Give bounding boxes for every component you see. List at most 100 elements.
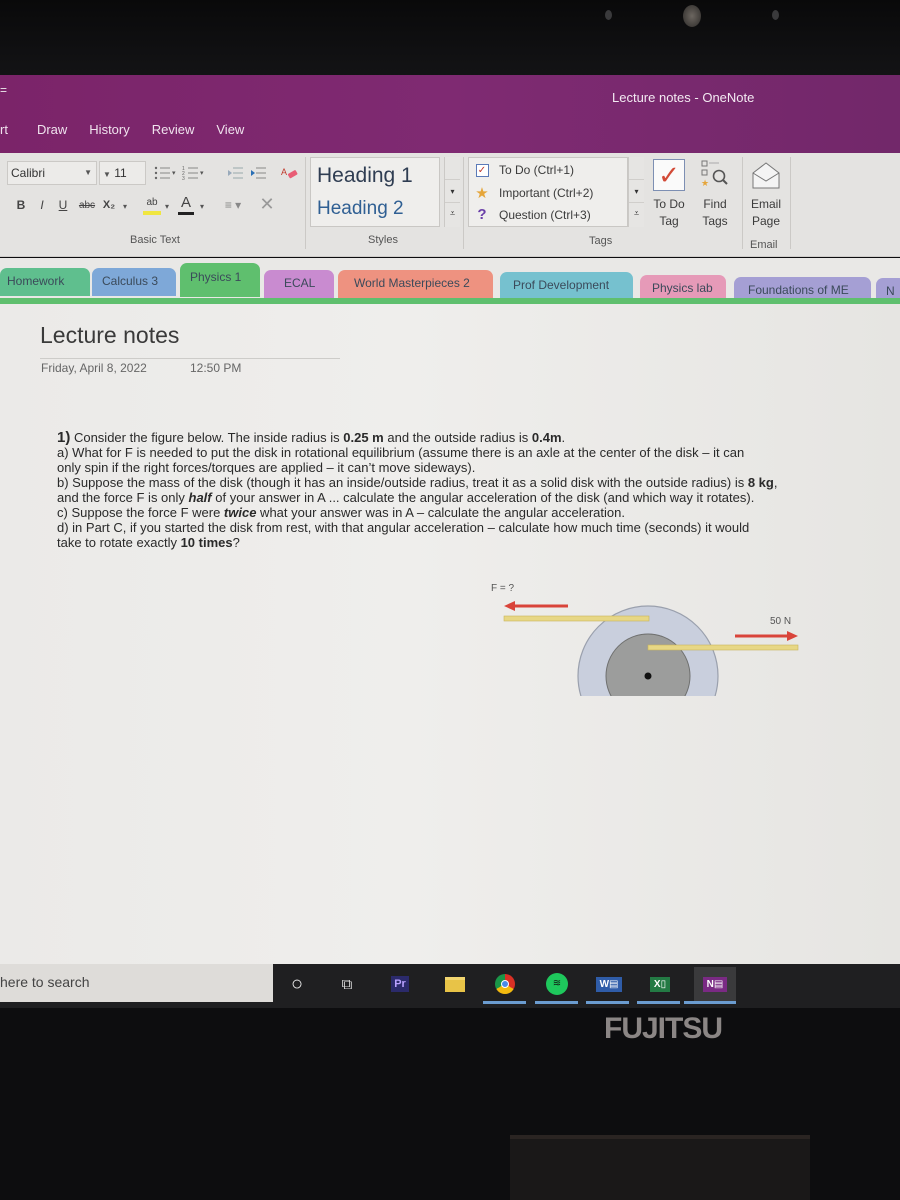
find-tags-button[interactable]: ★ Find Tags bbox=[697, 159, 733, 230]
taskbar-search[interactable]: here to search bbox=[0, 964, 273, 1002]
word-icon[interactable]: W▤ bbox=[595, 972, 623, 996]
email-page-button[interactable]: Email Page bbox=[746, 159, 786, 230]
numbering-button[interactable]: 1 2 3 ▾ bbox=[180, 163, 206, 183]
styles-gallery: Heading 1 Heading 2 bbox=[310, 157, 440, 227]
section-tab-calculus-3[interactable]: Calculus 3 bbox=[92, 268, 176, 296]
task-view-icon[interactable]: ⧉ bbox=[334, 972, 360, 996]
section-label: Homework bbox=[7, 274, 65, 288]
increase-indent-button[interactable] bbox=[248, 163, 268, 183]
right-arrowhead bbox=[787, 631, 798, 641]
font-name-select[interactable]: Calibri ▼ bbox=[7, 161, 97, 185]
part-a-cont: only spin if the right forces/torques ar… bbox=[57, 460, 476, 475]
left-rope bbox=[503, 615, 650, 622]
sensor-icon bbox=[605, 10, 612, 20]
underline-button[interactable]: U bbox=[56, 195, 70, 215]
style-heading-2[interactable]: Heading 2 bbox=[317, 198, 404, 220]
font-size-select[interactable]: ▼ 11 bbox=[99, 161, 146, 185]
tag-label: Important (Ctrl+2) bbox=[499, 186, 594, 200]
axle-dot bbox=[644, 672, 652, 680]
inner-radius: 0.25 m bbox=[343, 430, 384, 445]
subscript-button[interactable]: X₂ bbox=[101, 195, 117, 215]
section-label: Prof Development bbox=[513, 278, 610, 292]
spotify-icon[interactable]: ≋ bbox=[544, 972, 570, 996]
more-icon[interactable]: ⩡ bbox=[445, 203, 460, 219]
tag-label: To Do (Ctrl+1) bbox=[499, 162, 575, 177]
chevron-down-icon: ▾ bbox=[200, 202, 205, 211]
page-date: Friday, April 8, 2022 bbox=[41, 361, 147, 375]
highlight-button[interactable]: ab bbox=[143, 193, 161, 215]
clear-formatting-button[interactable]: A bbox=[280, 163, 300, 183]
decrease-indent-button[interactable] bbox=[225, 163, 245, 183]
style-heading-1[interactable]: Heading 1 bbox=[317, 164, 413, 188]
onenote-icon[interactable]: N▤ bbox=[694, 967, 736, 1001]
chrome-icon[interactable] bbox=[492, 972, 518, 996]
delete-button[interactable]: ✕ bbox=[256, 193, 278, 215]
page-title[interactable]: Lecture notes bbox=[40, 322, 179, 349]
section-tab-homework[interactable]: Homework bbox=[0, 268, 90, 296]
tags-gallery: ✓ To Do (Ctrl+1) ★ Important (Ctrl+2) ? … bbox=[468, 157, 628, 227]
tag-question[interactable]: ? Question (Ctrl+3) bbox=[474, 206, 591, 223]
font-size-value: 11 bbox=[114, 166, 127, 180]
svg-text:A: A bbox=[281, 167, 287, 177]
group-label-tags: Tags bbox=[589, 235, 613, 247]
problem-text[interactable]: 1) Consider the figure below. The inside… bbox=[57, 430, 877, 550]
group-label-styles: Styles bbox=[368, 234, 398, 246]
page-canvas[interactable]: Lecture notes Friday, April 8, 2022 12:5… bbox=[0, 304, 900, 964]
group-divider bbox=[463, 157, 464, 249]
cortana-icon[interactable]: ○ bbox=[284, 972, 310, 996]
disk-figure[interactable]: F = ? 50 N bbox=[488, 576, 808, 696]
bullets-button[interactable]: ▾ bbox=[152, 163, 178, 183]
window-title: Lecture notes - OneNote bbox=[612, 90, 755, 105]
more-icon[interactable]: ⩡ bbox=[629, 203, 644, 219]
find-tags-label: Find bbox=[703, 197, 727, 211]
problem-number: 1) bbox=[57, 429, 71, 446]
tab-history[interactable]: History bbox=[78, 122, 140, 137]
disk-mass: 8 kg bbox=[747, 475, 774, 490]
section-label: World Masterpieces 2 bbox=[354, 276, 470, 290]
eraser-icon: A bbox=[281, 167, 298, 179]
section-label: ECAL bbox=[284, 276, 316, 290]
premiere-pro-icon[interactable]: Pr bbox=[387, 972, 413, 996]
section-tab-prof-development[interactable]: Prof Development bbox=[500, 272, 633, 300]
align-button[interactable]: ≡ ▾ bbox=[220, 195, 246, 215]
excel-icon[interactable]: X▯ bbox=[647, 972, 673, 996]
file-explorer-icon[interactable] bbox=[442, 972, 468, 996]
tag-important[interactable]: ★ Important (Ctrl+2) bbox=[474, 184, 593, 202]
outer-radius: 0.4m bbox=[531, 430, 562, 445]
tab-insert[interactable]: rt bbox=[0, 122, 26, 137]
strikethrough-button[interactable]: abc bbox=[76, 195, 98, 215]
section-tab-world-masterpieces-2[interactable]: World Masterpieces 2 bbox=[338, 270, 493, 298]
tag-todo[interactable]: ✓ To Do (Ctrl+1) bbox=[474, 162, 574, 177]
checkbox-icon: ✓ bbox=[474, 162, 490, 177]
chevron-down-icon[interactable]: ▾ bbox=[445, 180, 460, 203]
email-page-label: Page bbox=[751, 214, 781, 228]
tab-review[interactable]: Review bbox=[141, 122, 206, 137]
todo-tag-button[interactable]: ✓ To Do Tag bbox=[648, 159, 690, 230]
tab-view[interactable]: View bbox=[205, 122, 255, 137]
title-divider bbox=[40, 358, 340, 359]
styles-scroll[interactable]: ▾ ⩡ bbox=[444, 157, 460, 227]
italic-button[interactable]: I bbox=[35, 195, 49, 215]
page-time: 12:50 PM bbox=[190, 361, 242, 375]
chevron-down-icon[interactable]: ▾ bbox=[629, 180, 644, 203]
tags-scroll[interactable]: ▾ ⩡ bbox=[628, 157, 644, 227]
group-divider bbox=[790, 157, 791, 249]
tab-draw[interactable]: Draw bbox=[26, 122, 78, 137]
section-tab-ecal[interactable]: ECAL bbox=[264, 270, 334, 298]
email-page-label: Email bbox=[750, 197, 781, 211]
align-icon: ≡ ▾ bbox=[224, 198, 242, 212]
bold-button[interactable]: B bbox=[14, 195, 28, 215]
tag-label: Question (Ctrl+3) bbox=[499, 207, 591, 222]
part-b: b) Suppose the mass of the disk (though … bbox=[57, 475, 778, 490]
quick-access-toolbar[interactable]: = bbox=[0, 83, 7, 97]
star-icon: ★ bbox=[475, 185, 489, 202]
webcam-icon bbox=[683, 5, 701, 27]
section-tab-physics-1[interactable]: Physics 1 bbox=[180, 263, 260, 297]
left-force-label: F = ? bbox=[491, 583, 515, 594]
svg-text:▾: ▾ bbox=[200, 170, 204, 177]
indent-icon bbox=[251, 167, 266, 179]
font-color-button[interactable]: A bbox=[178, 193, 194, 215]
bullet-list-icon: ▾ bbox=[154, 166, 176, 180]
running-indicator bbox=[586, 1001, 629, 1004]
question-icon: ? bbox=[477, 206, 487, 223]
